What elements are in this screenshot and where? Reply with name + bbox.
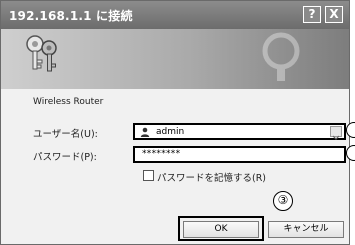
close-button[interactable]: X: [325, 6, 343, 23]
username-combobox[interactable]: admin: [133, 123, 346, 140]
username-value: admin: [156, 127, 185, 137]
username-label: ユーザー名(U):: [33, 129, 98, 140]
help-button[interactable]: ?: [303, 6, 321, 23]
cancel-button[interactable]: キャンセル: [268, 221, 344, 238]
chevron-down-icon[interactable]: [330, 126, 342, 140]
callout-marker-username: [346, 122, 355, 138]
user-icon: [140, 127, 150, 137]
banner-decoration: [262, 32, 300, 81]
step-marker: ③: [273, 191, 293, 211]
dialog-banner: [1, 29, 349, 89]
password-value: ********: [142, 149, 181, 159]
remember-password-checkbox[interactable]: [143, 170, 154, 181]
ok-button[interactable]: OK: [183, 221, 259, 238]
callout-marker-password: [346, 145, 355, 161]
window-title: 192.168.1.1 に接続: [9, 9, 133, 23]
remember-password-label[interactable]: パスワードを記憶する(R): [157, 170, 266, 184]
keys-icon: [26, 35, 57, 72]
title-bar: 192.168.1.1 に接続 ? X: [1, 1, 349, 29]
site-name: Wireless Router: [33, 97, 104, 107]
password-field[interactable]: ********: [133, 146, 346, 163]
login-dialog: 192.168.1.1 に接続 ? X Wireless Router ユーザー…: [0, 0, 355, 245]
password-label: パスワード(P):: [33, 152, 97, 163]
